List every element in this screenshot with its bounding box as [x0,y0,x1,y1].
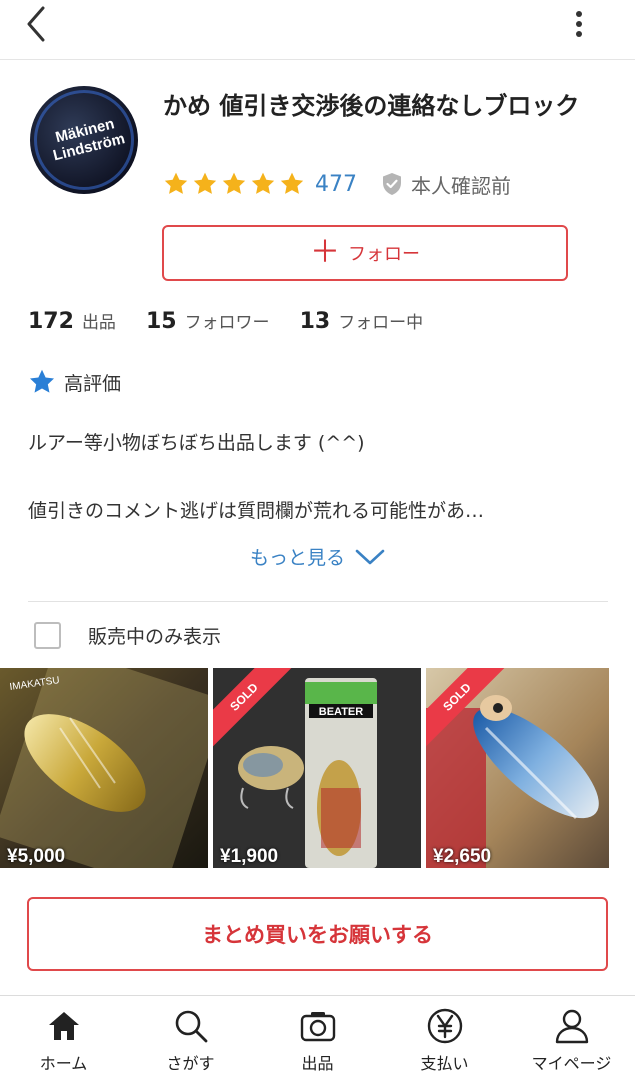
user-icon [554,1008,590,1044]
follow-button-label: フォロー [348,244,420,265]
item-card[interactable]: SOLD ¥2,650 [426,668,609,868]
bulk-purchase-button[interactable]: まとめ買いをお願いする [27,897,608,971]
item-price: ¥5,000 [7,846,66,867]
package-text: BEATER [319,706,363,718]
item-card[interactable]: IMAKATSU ¥5,000 [0,668,208,868]
nav-search[interactable]: さがす [127,996,254,1080]
item-price: ¥2,650 [433,846,492,867]
camera-icon [300,1008,336,1044]
profile-stats: 172 出品 15 フォロワー 13 フォロー中 [28,308,453,334]
divider [28,601,608,602]
top-bar [0,0,635,60]
yen-icon [427,1008,463,1044]
nav-label: 出品 [301,1054,334,1073]
stat-value: 13 [299,309,331,334]
more-options-button[interactable] [567,6,591,42]
bottom-nav: ホーム さがす 出品 支払い マイページ [0,995,635,1080]
follow-button[interactable]: ＋ フォロー [162,225,568,281]
stat-following[interactable]: 13 フォロー中 [300,308,424,334]
star-icon [251,172,275,194]
stat-label: 出品 [81,313,116,333]
nav-label: さがす [166,1054,215,1073]
show-more-link[interactable]: もっと見る [0,543,635,570]
plus-icon: ＋ [310,235,340,270]
star-icon [193,172,217,194]
star-icon [29,369,55,393]
badge-label: 高評価 [64,372,122,395]
item-grid: IMAKATSU ¥5,000 BEATER SOLD ¥1,900 SOLD … [0,668,635,868]
review-count[interactable]: 477 [315,172,357,197]
avatar[interactable]: Mäkinen Lindström [30,86,138,194]
stat-listings[interactable]: 172 出品 [28,308,116,334]
home-icon [46,1008,82,1044]
back-button[interactable] [18,6,54,42]
item-card[interactable]: BEATER SOLD ¥1,900 [213,668,421,868]
nav-home[interactable]: ホーム [0,996,127,1080]
item-price: ¥1,900 [220,846,279,867]
verification-status: 本人確認前 [381,170,511,199]
star-rating [163,171,305,197]
bio-line-1: ルアー等小物ぼちぼち出品します (^^) [28,432,365,454]
stat-value: 172 [28,309,74,334]
search-icon [173,1008,209,1044]
stat-value: 15 [145,309,177,334]
profile-name: かめ 値引き交渉後の連絡なしブロック [163,92,580,120]
nav-label: 支払い [420,1054,469,1073]
stat-followers[interactable]: 15 フォロワー [146,308,270,334]
stat-label: フォロワー [184,313,270,333]
bio-line-2: 値引きのコメント逃げは質問欄が荒れる可能性があ… [28,500,485,522]
chevron-left-icon [27,6,45,42]
nav-label: ホーム [39,1054,88,1073]
bulk-button-label: まとめ買いをお願いする [202,923,433,947]
star-icon [164,172,188,194]
star-icon [222,172,246,194]
item-photo: IMAKATSU [0,668,208,868]
nav-payment[interactable]: 支払い [381,996,508,1080]
show-more-label: もっと見る [249,547,345,569]
star-icon [280,172,304,194]
rating-row[interactable]: 477 本人確認前 [163,168,511,200]
nav-sell[interactable]: 出品 [254,996,381,1080]
on-sale-checkbox[interactable] [34,622,61,649]
more-vertical-icon [576,11,582,37]
chevron-down-icon [355,549,385,564]
verification-label: 本人確認前 [411,173,511,198]
shield-check-icon [383,173,401,195]
filter-label: 販売中のみ表示 [88,626,222,648]
high-rating-badge: 高評価 [28,368,121,396]
nav-label: マイページ [531,1054,612,1073]
stat-label: フォロー中 [338,313,424,333]
nav-mypage[interactable]: マイページ [508,996,635,1080]
on-sale-filter[interactable]: 販売中のみ表示 [34,622,221,649]
